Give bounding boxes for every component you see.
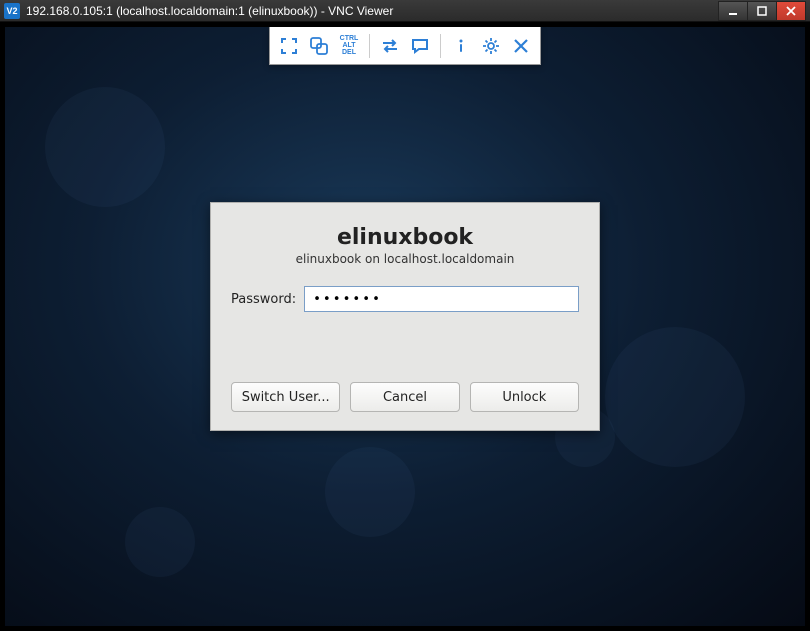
lock-hostline: elinuxbook on localhost.localdomain (231, 252, 579, 266)
minimize-button[interactable] (718, 1, 748, 21)
info-icon[interactable] (448, 33, 474, 59)
dialog-button-row: Switch User... Cancel Unlock (231, 382, 579, 412)
chat-icon[interactable] (407, 33, 433, 59)
close-button[interactable] (776, 1, 806, 21)
lock-screen-dialog: elinuxbook elinuxbook on localhost.local… (210, 202, 600, 431)
vnc-toolbar: CTRL ALT DEL (269, 27, 541, 65)
vnc-logo-icon: V2 (4, 3, 20, 19)
toolbar-separator (440, 34, 441, 58)
unlock-button[interactable]: Unlock (470, 382, 579, 412)
switch-user-button[interactable]: Switch User... (231, 382, 340, 412)
ctrl-alt-del-button[interactable]: CTRL ALT DEL (336, 33, 362, 59)
cancel-button[interactable]: Cancel (350, 382, 459, 412)
password-input[interactable] (304, 286, 579, 312)
disconnect-icon[interactable] (508, 33, 534, 59)
toolbar-separator (369, 34, 370, 58)
password-label: Password: (231, 292, 296, 307)
vnc-session-area: CTRL ALT DEL (0, 22, 810, 631)
window-titlebar: V2 192.168.0.105:1 (localhost.localdomai… (0, 0, 810, 22)
fullscreen-icon[interactable] (276, 33, 302, 59)
lock-username: elinuxbook (231, 225, 579, 250)
transfer-icon[interactable] (377, 33, 403, 59)
password-row: Password: (231, 286, 579, 312)
scale-icon[interactable] (306, 33, 332, 59)
window-controls (719, 1, 806, 21)
window-title: 192.168.0.105:1 (localhost.localdomain:1… (26, 4, 719, 18)
maximize-button[interactable] (747, 1, 777, 21)
settings-icon[interactable] (478, 33, 504, 59)
